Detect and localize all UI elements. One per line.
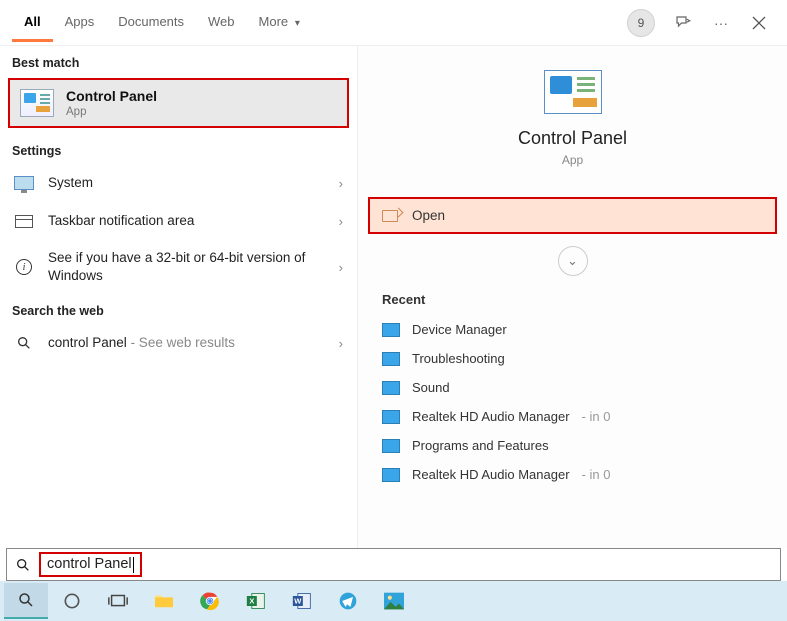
best-match-title: Control Panel [66, 88, 157, 104]
feedback-icon[interactable] [673, 13, 693, 33]
recent-item[interactable]: Troubleshooting [358, 344, 787, 373]
preview-subtitle: App [358, 153, 787, 167]
tab-all[interactable]: All [12, 3, 53, 42]
settings-item-bitness[interactable]: i See if you have a 32-bit or 64-bit ver… [0, 240, 357, 294]
recent-item[interactable]: Realtek HD Audio Manager - in 0 [358, 402, 787, 431]
chevron-right-icon: › [339, 260, 343, 275]
control-panel-item-icon [382, 352, 400, 366]
search-box[interactable]: control Panel [6, 548, 781, 581]
web-result-item[interactable]: control Panel - See web results › [0, 324, 357, 362]
control-panel-item-icon [382, 439, 400, 453]
settings-item-system[interactable]: System › [0, 164, 357, 202]
taskbar-word-icon[interactable]: W [280, 583, 324, 619]
best-match-result[interactable]: Control Panel App [8, 78, 349, 128]
tab-more[interactable]: More ▾ [247, 3, 312, 42]
taskbar-excel-icon[interactable]: X [234, 583, 278, 619]
tab-apps[interactable]: Apps [53, 3, 107, 42]
chevron-right-icon: › [339, 214, 343, 229]
control-panel-item-icon [382, 410, 400, 424]
taskbar-photos-icon[interactable] [372, 583, 416, 619]
chevron-down-icon: ▾ [292, 18, 300, 29]
control-panel-item-icon [382, 381, 400, 395]
open-action[interactable]: Open [368, 197, 777, 234]
results-panel: Best match Control Panel App Settings Sy… [0, 46, 358, 548]
chevron-right-icon: › [339, 176, 343, 191]
close-icon[interactable] [749, 13, 769, 33]
web-header: Search the web [0, 294, 357, 324]
settings-item-taskbar[interactable]: Taskbar notification area › [0, 202, 357, 240]
chevron-right-icon: › [339, 336, 343, 351]
control-panel-item-icon [382, 323, 400, 337]
window-icon [14, 211, 34, 231]
recent-item[interactable]: Device Manager [358, 315, 787, 344]
monitor-icon [14, 173, 34, 193]
recent-item[interactable]: Programs and Features [358, 431, 787, 460]
svg-text:W: W [294, 597, 302, 606]
search-icon [13, 555, 33, 575]
taskbar-search-button[interactable] [4, 583, 48, 619]
search-input[interactable]: control Panel [39, 552, 142, 576]
tab-documents[interactable]: Documents [106, 3, 196, 42]
best-match-header: Best match [0, 46, 357, 76]
taskbar-taskview-icon[interactable] [96, 583, 140, 619]
preview-panel: Control Panel App Open ⌄ Recent Device M… [358, 46, 787, 548]
expand-button[interactable]: ⌄ [558, 246, 588, 276]
preview-title: Control Panel [358, 128, 787, 149]
best-match-subtitle: App [66, 106, 157, 118]
more-options-icon[interactable]: ··· [711, 13, 731, 33]
info-icon: i [14, 257, 34, 277]
taskbar-cortana-icon[interactable] [50, 583, 94, 619]
scope-tabs: All Apps Documents Web More ▾ 9 ··· [0, 0, 787, 46]
control-panel-icon [20, 89, 54, 117]
taskbar: X W [0, 581, 787, 621]
control-panel-item-icon [382, 468, 400, 482]
recent-header: Recent [358, 276, 787, 315]
recent-item[interactable]: Sound [358, 373, 787, 402]
notification-badge[interactable]: 9 [627, 9, 655, 37]
svg-text:X: X [249, 597, 254, 606]
open-icon [382, 210, 398, 222]
settings-header: Settings [0, 134, 357, 164]
taskbar-file-explorer-icon[interactable] [142, 583, 186, 619]
tab-web[interactable]: Web [196, 3, 247, 42]
recent-item[interactable]: Realtek HD Audio Manager - in 0 [358, 460, 787, 489]
taskbar-chrome-icon[interactable] [188, 583, 232, 619]
control-panel-icon-large [544, 70, 602, 114]
taskbar-telegram-icon[interactable] [326, 583, 370, 619]
search-icon [14, 333, 34, 353]
